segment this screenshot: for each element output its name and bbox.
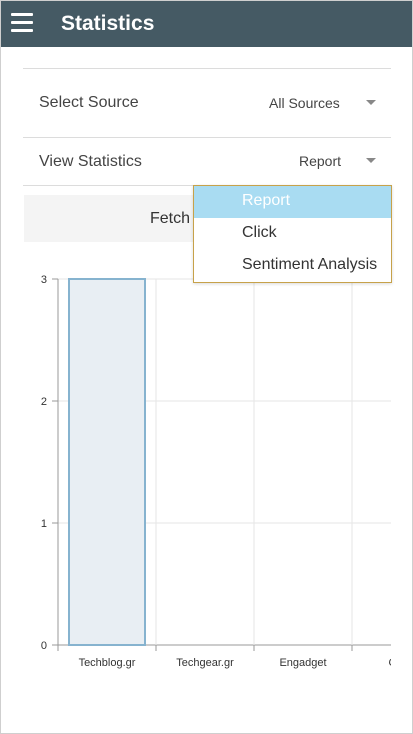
bar [68, 278, 146, 646]
divider [23, 68, 391, 69]
menu-item-report[interactable]: Report [194, 186, 391, 218]
menu-item-label: Sentiment Analysis [242, 256, 378, 273]
x-tick-label: Engadget [279, 657, 326, 669]
view-select-value: Report [299, 153, 342, 169]
menu-item-label: Click [242, 224, 277, 241]
x-tick-label: Techblog.gr [79, 657, 136, 669]
y-tick-label: 3 [41, 274, 47, 286]
page-title: Statistics [61, 12, 155, 35]
x-tick-label: Techgear.gr [176, 657, 234, 669]
y-tick-label: 0 [41, 640, 47, 652]
fetch-button-label: Fetch [150, 210, 191, 227]
x-tick-label: GSM [388, 657, 412, 669]
y-tick-label: 2 [41, 396, 47, 408]
menu-item-sentiment-analysis[interactable]: Sentiment Analysis [194, 250, 391, 282]
menu-icon[interactable] [11, 13, 33, 33]
source-select[interactable]: All Sources [269, 95, 379, 115]
bar-chart: 0 1 2 3 Techblog.gr Techgear.gr Engadget GSM [41, 274, 412, 669]
app-bar: Statistics [1, 1, 412, 47]
view-statistics-dropdown: Report Click Sentiment Analysis [193, 185, 392, 283]
view-select[interactable]: Report [299, 153, 379, 173]
select-source-label: Select Source [39, 94, 139, 111]
view-statistics-label: View Statistics [39, 153, 142, 170]
menu-item-label: Report [242, 192, 291, 209]
chevron-down-icon [366, 100, 376, 105]
menu-item-click[interactable]: Click [194, 218, 391, 250]
source-select-value: All Sources [269, 95, 340, 111]
divider [23, 137, 391, 138]
chevron-down-icon [366, 158, 376, 163]
app-frame: Statistics Select Source All Sources Vie… [0, 0, 413, 734]
y-tick-label: 1 [41, 518, 47, 530]
